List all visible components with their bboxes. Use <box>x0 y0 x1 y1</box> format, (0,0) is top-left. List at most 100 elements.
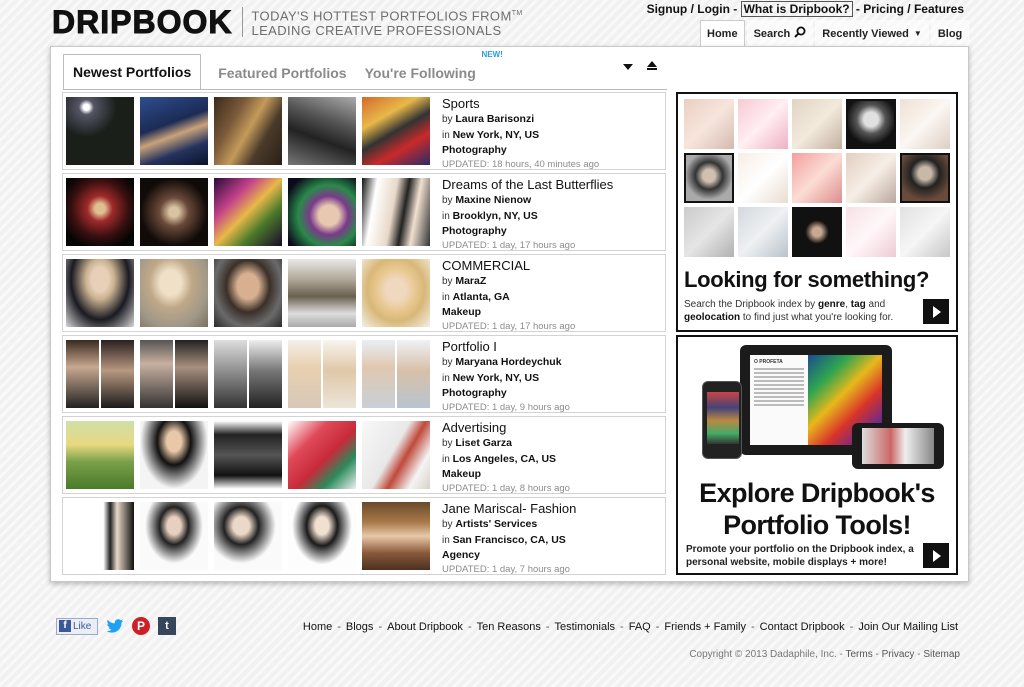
signup-link[interactable]: Signup <box>647 2 688 16</box>
portfolio-title[interactable]: Dreams of the Last Butterflies <box>442 177 613 193</box>
pinterest-icon[interactable]: P <box>132 617 150 635</box>
portfolio-thumbnail[interactable] <box>214 502 282 570</box>
twitter-icon[interactable] <box>106 617 124 635</box>
portfolio-thumbnail[interactable] <box>66 97 134 165</box>
separator: - <box>729 2 741 16</box>
portfolio-thumbnail[interactable] <box>362 421 430 489</box>
portfolio-thumbnail[interactable] <box>362 97 430 165</box>
portfolio-thumbnail[interactable] <box>140 97 208 165</box>
tab-youre-following[interactable]: You're Following NEW! <box>356 50 503 90</box>
play-arrow-icon[interactable] <box>923 299 949 324</box>
portfolio-title[interactable]: COMMERCIAL <box>442 258 575 274</box>
portfolio-author[interactable]: Laura Barisonzi <box>455 113 534 125</box>
footer-link-contact-dripbook[interactable]: Contact Dripbook <box>760 621 845 633</box>
portfolio-title[interactable]: Sports <box>442 96 599 112</box>
portfolio-thumbnail[interactable] <box>66 178 134 246</box>
portfolio-row-advertising[interactable]: Advertising by Liset Garza in Los Angele… <box>62 416 666 494</box>
pricing-link[interactable]: Pricing <box>863 2 904 16</box>
tumblr-icon[interactable]: t <box>158 617 176 635</box>
tab-featured-portfolios[interactable]: Featured Portfolios <box>209 56 355 90</box>
portfolio-location[interactable]: New York, NY, US <box>453 372 540 384</box>
portfolio-thumbnail[interactable] <box>140 502 208 570</box>
like-label: Like <box>73 620 92 632</box>
portfolio-title[interactable]: Portfolio I <box>442 339 570 355</box>
portfolio-thumbnail[interactable] <box>362 259 430 327</box>
sitemap-link[interactable]: Sitemap <box>923 649 960 660</box>
portfolio-row-jane-mariscal[interactable]: Jane Mariscal- Fashion by Artists' Servi… <box>62 497 666 575</box>
portfolio-thumbnail[interactable] <box>288 421 356 489</box>
portfolio-thumbnail[interactable] <box>140 340 208 408</box>
portfolio-row-portfolio-i[interactable]: Portfolio I by Maryana Hordeychuk in New… <box>62 335 666 413</box>
portfolio-thumbnail[interactable] <box>214 340 282 408</box>
portfolio-thumbnail[interactable] <box>362 340 430 408</box>
portfolio-thumbnail[interactable] <box>362 178 430 246</box>
portfolio-category[interactable]: Photography <box>442 224 613 239</box>
portfolio-location[interactable]: San Francisco, CA, US <box>453 534 566 546</box>
portfolio-thumbnail[interactable] <box>214 97 282 165</box>
nav-tab-blog[interactable]: Blog <box>930 20 970 46</box>
portfolio-author[interactable]: Maryana Hordeychuk <box>455 356 561 368</box>
footer-link-friends-family[interactable]: Friends + Family <box>664 621 746 633</box>
portfolio-author[interactable]: MaraZ <box>455 275 486 287</box>
portfolio-thumbnail[interactable] <box>288 97 356 165</box>
portfolio-title[interactable]: Jane Mariscal- Fashion <box>442 501 576 517</box>
portfolio-meta: Sports by Laura Barisonzi in New York, N… <box>442 96 599 172</box>
portfolio-thumbnail[interactable] <box>288 259 356 327</box>
footer-link-about-dripbook[interactable]: About Dripbook <box>387 621 463 633</box>
portfolio-title[interactable]: Advertising <box>442 420 570 436</box>
portfolio-thumbnail[interactable] <box>214 178 282 246</box>
portfolio-thumbnail[interactable] <box>66 502 134 570</box>
footer-link-home[interactable]: Home <box>303 621 332 633</box>
portfolio-category[interactable]: Photography <box>442 386 570 401</box>
portfolio-category[interactable]: Makeup <box>442 467 570 482</box>
expand-dropdown-icon[interactable] <box>623 61 633 70</box>
footer-link-faq[interactable]: FAQ <box>629 621 651 633</box>
portfolio-thumbnail[interactable] <box>288 340 356 408</box>
portfolio-thumbnail[interactable] <box>214 259 282 327</box>
search-promo-ad[interactable]: Looking for something? Search the Dripbo… <box>676 92 958 332</box>
portfolio-thumbnail[interactable] <box>140 178 208 246</box>
tab-newest-portfolios[interactable]: Newest Portfolios <box>63 54 202 90</box>
portfolio-thumbnail[interactable] <box>288 178 356 246</box>
portfolio-thumbnail[interactable] <box>288 502 356 570</box>
portfolio-thumbnail[interactable] <box>362 502 430 570</box>
privacy-link[interactable]: Privacy <box>882 649 915 660</box>
portfolio-row-commercial[interactable]: COMMERCIAL by MaraZ in Atlanta, GA Makeu… <box>62 254 666 332</box>
collapse-icon[interactable] <box>647 61 657 70</box>
portfolio-row-butterflies[interactable]: Dreams of the Last Butterflies by Maxine… <box>62 173 666 251</box>
portfolio-thumbnail[interactable] <box>140 259 208 327</box>
portfolio-category[interactable]: Agency <box>442 548 576 563</box>
login-link[interactable]: Login <box>697 2 730 16</box>
portfolio-category[interactable]: Makeup <box>442 305 575 320</box>
portfolio-location[interactable]: Los Angeles, CA, US <box>453 453 556 465</box>
portfolio-thumbnail[interactable] <box>214 421 282 489</box>
nav-tab-search[interactable]: Search <box>746 20 814 46</box>
footer-link-testimonials[interactable]: Testimonials <box>555 621 616 633</box>
portfolio-category[interactable]: Photography <box>442 143 599 158</box>
portfolio-author[interactable]: Liset Garza <box>455 437 512 449</box>
play-arrow-icon[interactable] <box>923 543 949 568</box>
nav-tab-recently-viewed[interactable]: Recently Viewed ▼ <box>815 20 929 46</box>
portfolio-thumbnail[interactable] <box>66 259 134 327</box>
by-label: by <box>442 276 453 287</box>
facebook-like-button[interactable]: f Like <box>56 617 98 635</box>
portfolio-location[interactable]: New York, NY, US <box>453 129 540 141</box>
footer-link-ten-reasons[interactable]: Ten Reasons <box>477 621 541 633</box>
footer-link-blogs[interactable]: Blogs <box>346 621 374 633</box>
portfolio-author[interactable]: Maxine Nienow <box>455 194 531 206</box>
portfolio-thumbnail[interactable] <box>66 421 134 489</box>
dripbook-logo[interactable]: DRIPBOOK TODAY'S HOTTEST PORTFOLIOS FROM… <box>51 4 523 41</box>
nav-tab-home[interactable]: Home <box>700 20 745 47</box>
portfolio-location[interactable]: Brooklyn, NY, US <box>453 210 538 222</box>
portfolio-thumbnail[interactable] <box>140 421 208 489</box>
portfolio-row-sports[interactable]: Sports by Laura Barisonzi in New York, N… <box>62 92 666 170</box>
what-is-dripbook-link[interactable]: What is Dripbook? <box>740 1 853 17</box>
portfolio-tools-ad[interactable]: O PROFETA Explore Dripbook's Portfolio T… <box>676 335 958 575</box>
portfolio-thumbnail[interactable] <box>66 340 134 408</box>
footer-link-join-our-mailing-list[interactable]: Join Our Mailing List <box>858 621 958 633</box>
portfolio-author[interactable]: Artists' Services <box>455 518 537 530</box>
portfolio-location[interactable]: Atlanta, GA <box>453 291 510 303</box>
terms-link[interactable]: Terms <box>846 649 873 660</box>
features-link[interactable]: Features <box>914 2 964 16</box>
portfolio-meta: Dreams of the Last Butterflies by Maxine… <box>442 177 613 253</box>
